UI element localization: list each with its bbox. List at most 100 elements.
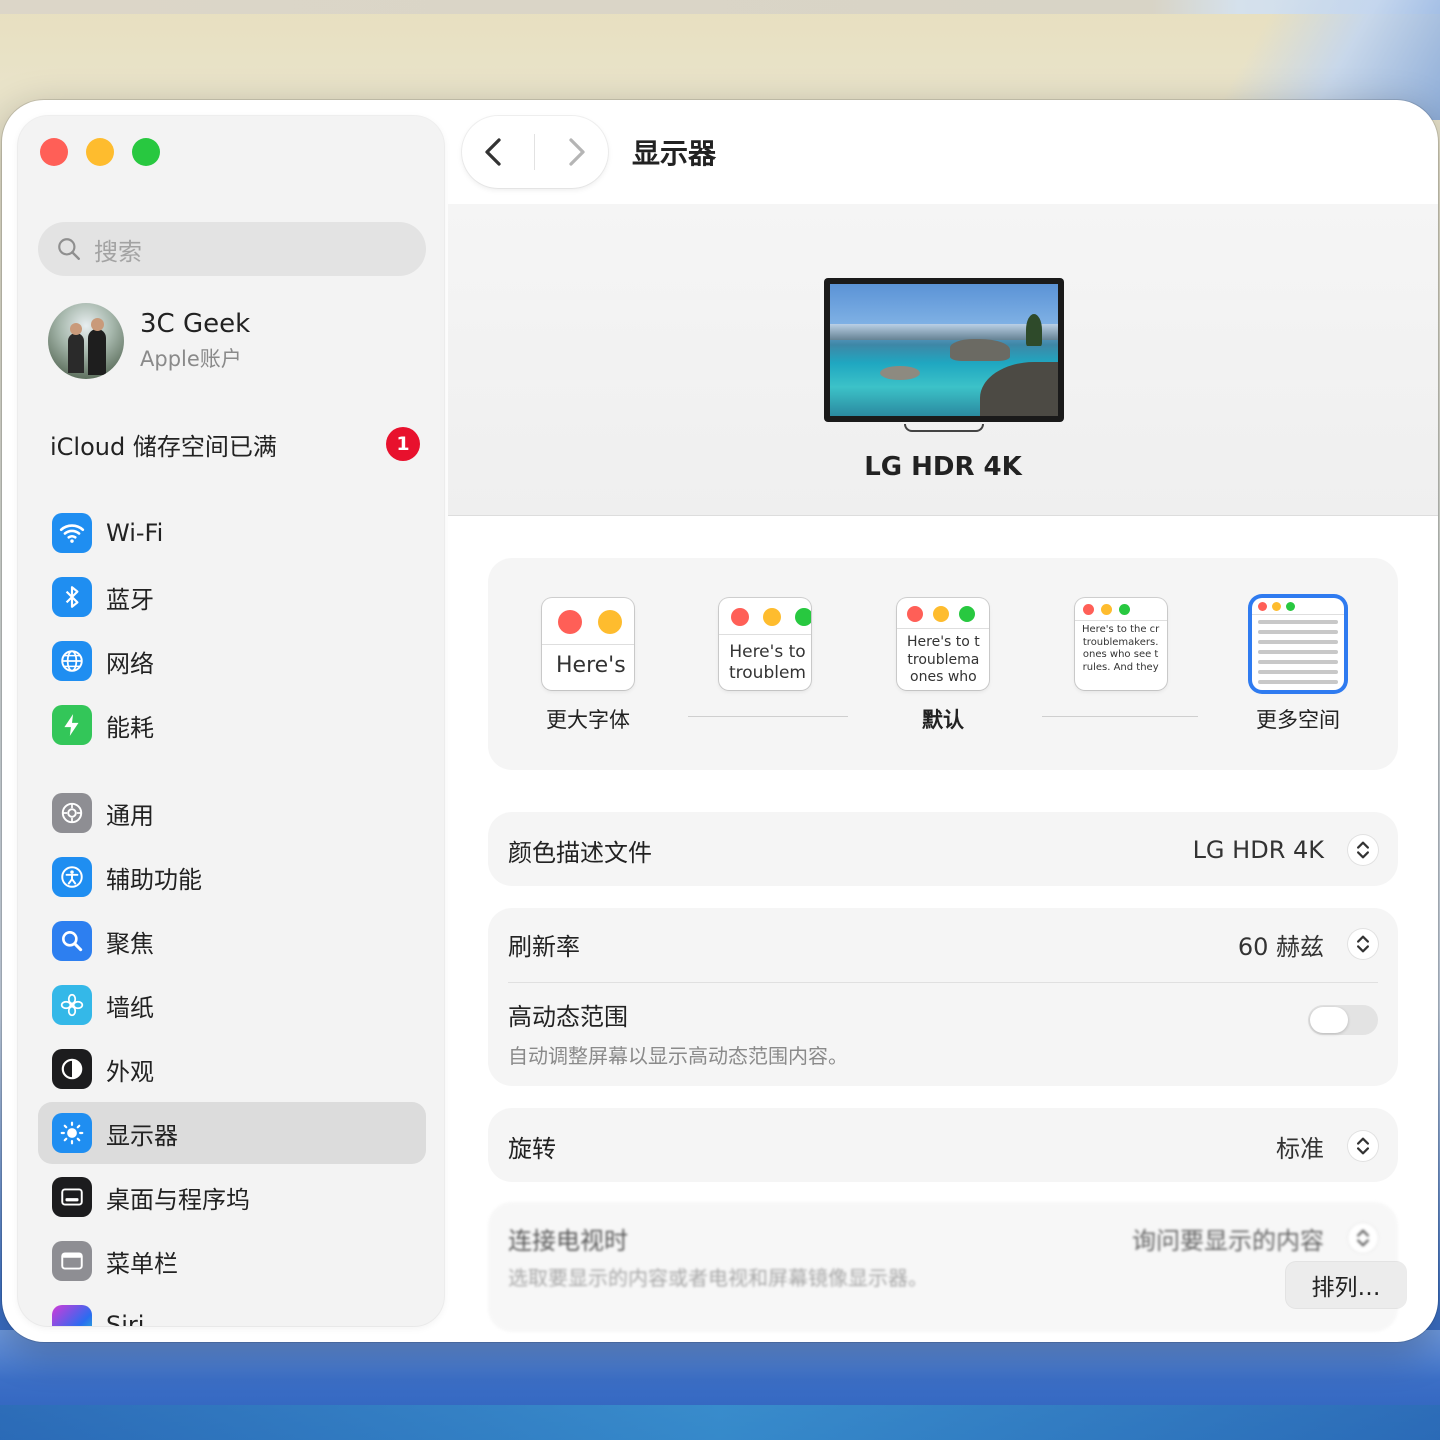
rotation-popup[interactable] [1348,1131,1378,1161]
tv-connection-popup[interactable] [1348,1223,1378,1253]
scale-preview: Here's to t troublema ones who [897,598,989,690]
sidebar-item-accessibility[interactable]: 辅助功能 [38,846,426,908]
sidebar-item-label: 聚焦 [106,929,154,958]
sidebar-item-label: 能耗 [106,713,154,742]
scale-preview-text: Here's [556,653,626,678]
maximize-window-button[interactable] [132,138,160,166]
rotation-card: 旋转 标准 [488,1108,1398,1182]
monitor-image[interactable] [824,278,1064,422]
hdr-description: 自动调整屏幕以显示高动态范围内容。 [508,1044,848,1068]
refresh-rate-label: 刷新率 [508,932,580,961]
scale-option-larger-text[interactable]: Here's 更大字体 [542,598,634,734]
chevron-right-icon [569,138,585,166]
sidebar-item-spotlight[interactable]: 聚焦 [38,910,426,972]
bolt-icon [52,705,92,745]
sidebar-item-label: 桌面与程序坞 [106,1185,250,1214]
scale-preview-text: troublemakers. [1082,636,1159,648]
scale-preview-text: troublema [907,651,980,668]
sidebar-item-energy[interactable]: 能耗 [38,694,426,756]
desktop-wallpaper-glow [0,1405,1440,1440]
scale-preview: Here's to the cr troublemakers. ones who… [1075,598,1167,690]
brightness-icon [52,1113,92,1153]
refresh-rate-popup[interactable] [1348,929,1378,959]
icloud-storage-alert[interactable]: iCloud 储存空间已满 1 [50,424,420,464]
sidebar-item-wallpaper[interactable]: 墙纸 [38,974,426,1036]
tv-description-row: 选取要显示的内容或者电视和屏幕镜像显示器。 [508,1254,1378,1291]
refresh-hdr-card: 刷新率 60 赫兹 高动态范围 自动调整屏幕以显示高动态范围内容。 [488,908,1398,1086]
sidebar-item-label: 菜单栏 [106,1249,178,1278]
scale-option-label: 更多空间 [1256,708,1340,732]
tv-connection-value: 询问要显示的内容 [1132,1226,1324,1255]
accessibility-icon [52,857,92,897]
forward-button[interactable] [557,132,597,172]
scale-preview-text: troublem [729,663,806,684]
resolution-scaling-card: Here's 更大字体 Here's to troublem Here's to… [488,558,1398,770]
color-profile-card: 颜色描述文件 LG HDR 4K [488,812,1398,886]
scale-option-label: 更大字体 [546,708,630,732]
scale-option-more-space[interactable]: 更多空间 [1252,598,1344,734]
scale-option-label: 默认 [922,708,964,732]
sidebar-item-bluetooth[interactable]: 蓝牙 [38,566,426,628]
scale-option-4[interactable]: Here's to the cr troublemakers. ones who… [1075,598,1167,704]
monitor-stand [904,424,984,432]
chevron-up-down-icon [1357,841,1369,859]
scale-preview-text: Here's to the cr [1082,624,1160,635]
account-subtitle: Apple账户 [140,347,242,371]
sidebar-item-wifi[interactable]: Wi-Fi [38,502,426,564]
dock-icon [52,1177,92,1217]
rotation-row[interactable]: 旋转 标准 [508,1126,1378,1166]
row-divider [508,982,1378,983]
rotation-label: 旋转 [508,1134,556,1163]
sidebar-item-menubar[interactable]: 菜单栏 [38,1230,426,1292]
sidebar-item-desktop-dock[interactable]: 桌面与程序坞 [38,1166,426,1228]
menubar-icon [52,1241,92,1281]
color-profile-label: 颜色描述文件 [508,838,652,867]
sidebar-item-siri[interactable]: Siri [38,1294,426,1326]
sidebar-item-label: 网络 [106,649,154,678]
tv-connection-card: 连接电视时 询问要显示的内容 选取要显示的内容或者电视和屏幕镜像显示器。 [488,1202,1398,1332]
sidebar-item-label: 墙纸 [106,993,154,1022]
scale-option-2[interactable]: Here's to troublem [719,598,811,704]
back-button[interactable] [473,132,513,172]
sidebar-item-network[interactable]: 网络 [38,630,426,692]
sidebar-item-label: 显示器 [106,1121,178,1150]
sidebar-item-label: Siri [106,1311,145,1326]
hdr-toggle[interactable] [1308,1005,1378,1035]
search-placeholder: 搜索 [94,237,142,266]
page-title: 显示器 [632,137,717,170]
color-profile-popup[interactable] [1348,835,1378,865]
chevron-up-down-icon [1357,1229,1369,1247]
chevron-left-icon [485,138,501,166]
refresh-rate-row[interactable]: 刷新率 60 赫兹 [508,924,1378,964]
siri-icon [52,1305,92,1326]
sidebar-item-appearance[interactable]: 外观 [38,1038,426,1100]
search-icon [58,238,80,260]
display-preview-area: LG HDR 4K [448,204,1438,516]
close-window-button[interactable] [40,138,68,166]
scale-preview: Here's [542,598,634,690]
sidebar-item-label: 通用 [106,801,154,830]
minimize-window-button[interactable] [86,138,114,166]
sidebar-item-label: 外观 [106,1057,154,1086]
scale-track [1042,716,1198,717]
notification-badge: 1 [386,427,420,461]
sidebar-item-general[interactable]: 通用 [38,782,426,844]
rotation-value: 标准 [1276,1134,1324,1163]
scale-preview-text: rules. And they [1082,661,1159,673]
color-profile-row[interactable]: 颜色描述文件 LG HDR 4K [508,830,1378,870]
scale-option-default[interactable]: Here's to t troublema ones who 默认 [897,598,989,734]
avatar [48,303,124,379]
tv-connection-row[interactable]: 连接电视时 询问要显示的内容 [508,1218,1378,1258]
arrange-button[interactable]: 排列… [1286,1262,1406,1308]
account-name: 3C Geek [140,309,251,339]
sidebar-item-displays[interactable]: 显示器 [38,1102,426,1164]
search-input[interactable]: 搜索 [38,222,426,276]
tv-connection-description: 选取要显示的内容或者电视和屏幕镜像显示器。 [508,1266,928,1290]
magnifier-icon [52,921,92,961]
tv-connection-label: 连接电视时 [508,1226,628,1255]
scale-preview-text: Here's to [729,642,806,662]
wifi-icon [52,513,92,553]
settings-window: 搜索 3C Geek Apple账户 iCloud 储存空间已满 1 Wi-Fi [2,100,1438,1342]
account-row[interactable]: 3C Geek Apple账户 [48,302,428,380]
globe-icon [52,641,92,681]
